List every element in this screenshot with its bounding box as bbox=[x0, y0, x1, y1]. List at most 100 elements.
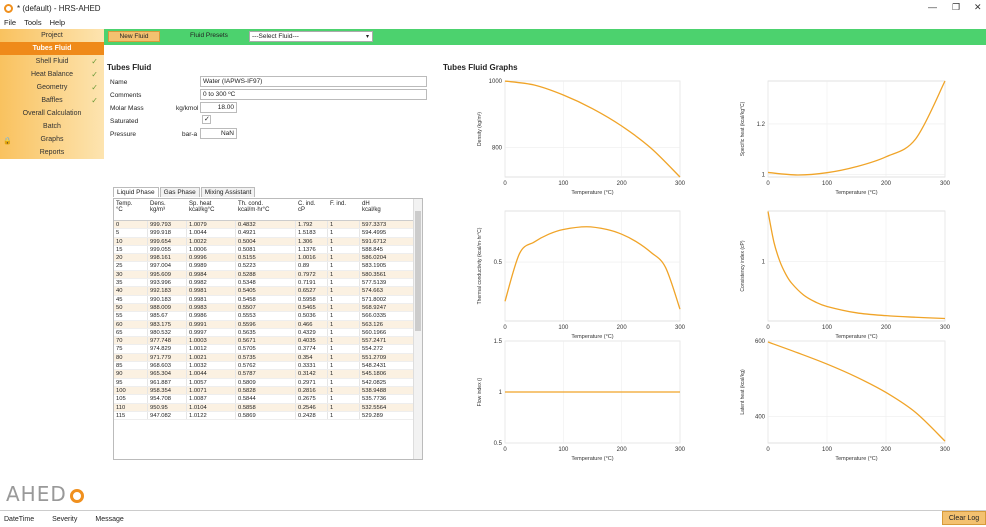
table-cell[interactable]: 1 bbox=[328, 270, 360, 279]
table-cell[interactable]: 0.5844 bbox=[236, 395, 296, 403]
table-cell[interactable]: 0.5155 bbox=[236, 254, 296, 262]
table-cell[interactable]: 1 bbox=[328, 362, 360, 370]
table-cell[interactable]: 0.5553 bbox=[236, 312, 296, 320]
table-cell[interactable]: 999.918 bbox=[148, 229, 187, 237]
table-row[interactable]: 90 965.304 1.0044 0.5787 0.3142 1 545.1806 bbox=[114, 370, 422, 379]
column-header[interactable]: Sp. heat kcal/kg°C bbox=[187, 199, 236, 220]
table-cell[interactable]: 1.0006 bbox=[187, 245, 236, 254]
table-cell[interactable]: 0.5596 bbox=[236, 320, 296, 328]
table-cell[interactable]: 974.829 bbox=[148, 345, 187, 353]
table-cell[interactable]: 1.1376 bbox=[296, 245, 328, 254]
table-cell[interactable]: 0.5869 bbox=[236, 411, 296, 420]
sidebar-item-baffles[interactable]: Baffles ✓ bbox=[0, 94, 104, 107]
table-cell[interactable]: 0.5465 bbox=[296, 303, 328, 312]
table-cell[interactable]: 999.793 bbox=[148, 221, 187, 229]
column-header[interactable]: Temp. °C bbox=[114, 199, 148, 220]
sidebar-item-geometry[interactable]: Geometry ✓ bbox=[0, 81, 104, 94]
table-cell[interactable]: 1 bbox=[328, 245, 360, 254]
table-cell[interactable]: 1.0044 bbox=[187, 370, 236, 378]
minimize-icon[interactable]: — bbox=[928, 2, 937, 12]
table-cell[interactable]: 0.5405 bbox=[236, 287, 296, 295]
table-cell[interactable]: 965.304 bbox=[148, 370, 187, 378]
table-cell[interactable]: 1 bbox=[328, 403, 360, 411]
table-cell[interactable]: 990.183 bbox=[148, 295, 187, 303]
menu-file[interactable]: File bbox=[0, 18, 20, 27]
table-cell[interactable]: 0.6527 bbox=[296, 287, 328, 295]
table-cell[interactable]: 95 bbox=[114, 378, 148, 386]
table-cell[interactable]: 0.7972 bbox=[296, 270, 328, 279]
table-cell[interactable]: 980.532 bbox=[148, 328, 187, 337]
table-cell[interactable]: 30 bbox=[114, 270, 148, 279]
table-cell[interactable]: 971.779 bbox=[148, 353, 187, 362]
table-cell[interactable]: 1.0071 bbox=[187, 386, 236, 395]
table-cell[interactable]: 0.4921 bbox=[236, 229, 296, 237]
table-cell[interactable]: 993.996 bbox=[148, 279, 187, 287]
table-cell[interactable]: 1 bbox=[328, 295, 360, 303]
sidebar-item-heat-balance[interactable]: Heat Balance ✓ bbox=[0, 68, 104, 81]
table-cell[interactable]: 0.5288 bbox=[236, 270, 296, 279]
table-cell[interactable]: 568.9247 bbox=[360, 303, 414, 312]
table-cell[interactable]: 574.663 bbox=[360, 287, 414, 295]
table-cell[interactable]: 998.161 bbox=[148, 254, 187, 262]
table-cell[interactable]: 1 bbox=[328, 279, 360, 287]
table-cell[interactable]: 532.5564 bbox=[360, 403, 414, 411]
table-cell[interactable]: 0.466 bbox=[296, 320, 328, 328]
table-row[interactable]: 10 999.654 1.0022 0.5004 1.306 1 591.6712 bbox=[114, 237, 422, 246]
table-cell[interactable]: 580.3561 bbox=[360, 270, 414, 279]
table-cell[interactable]: 548.2431 bbox=[360, 362, 414, 370]
table-row[interactable]: 105 954.708 1.0087 0.5844 0.2675 1 535.7736 bbox=[114, 395, 422, 404]
table-cell[interactable]: 968.603 bbox=[148, 362, 187, 370]
table-cell[interactable]: 566.0335 bbox=[360, 312, 414, 320]
table-cell[interactable]: 5 bbox=[114, 229, 148, 237]
table-cell[interactable]: 954.708 bbox=[148, 395, 187, 403]
table-cell[interactable]: 0.5004 bbox=[236, 237, 296, 245]
table-cell[interactable]: 0.5507 bbox=[236, 303, 296, 312]
table-cell[interactable]: 1 bbox=[328, 229, 360, 237]
tab-gas-phase[interactable]: Gas Phase bbox=[159, 187, 200, 197]
table-cell[interactable]: 551.2709 bbox=[360, 353, 414, 362]
table-cell[interactable]: 0.9982 bbox=[187, 279, 236, 287]
close-icon[interactable]: ✕ bbox=[974, 2, 982, 13]
table-row[interactable]: 25 997.004 0.9989 0.5223 0.89 1 583.1905 bbox=[114, 262, 422, 271]
table-cell[interactable]: 20 bbox=[114, 254, 148, 262]
table-cell[interactable]: 1.0057 bbox=[187, 378, 236, 386]
table-row[interactable]: 75 974.829 1.0012 0.5705 0.3774 1 554.272 bbox=[114, 345, 422, 354]
table-cell[interactable]: 0.5787 bbox=[236, 370, 296, 378]
table-cell[interactable]: 110 bbox=[114, 403, 148, 411]
table-cell[interactable]: 0.2546 bbox=[296, 403, 328, 411]
table-cell[interactable]: 538.9488 bbox=[360, 386, 414, 395]
table-cell[interactable]: 1.306 bbox=[296, 237, 328, 245]
scrollbar-thumb[interactable] bbox=[415, 211, 421, 331]
table-cell[interactable]: 1.0021 bbox=[187, 353, 236, 362]
sidebar-item-overall-calculation[interactable]: Overall Calculation bbox=[0, 107, 104, 120]
table-cell[interactable]: 115 bbox=[114, 411, 148, 420]
table-cell[interactable]: 60 bbox=[114, 320, 148, 328]
table-cell[interactable]: 1.0022 bbox=[187, 237, 236, 245]
table-cell[interactable]: 0.9981 bbox=[187, 287, 236, 295]
table-cell[interactable]: 1 bbox=[328, 237, 360, 245]
column-header[interactable]: Dens. kg/m³ bbox=[148, 199, 187, 220]
table-row[interactable]: 65 980.532 0.9997 0.5635 0.4329 1 560.1966 bbox=[114, 328, 422, 338]
table-cell[interactable]: 0.5828 bbox=[236, 386, 296, 395]
table-row[interactable]: 0 999.793 1.0079 0.4832 1.792 1 597.3373 bbox=[114, 221, 422, 230]
comments-field[interactable]: 0 to 300 ºC bbox=[200, 89, 427, 100]
table-cell[interactable]: 85 bbox=[114, 362, 148, 370]
table-cell[interactable]: 563.126 bbox=[360, 320, 414, 328]
table-cell[interactable]: 0.2428 bbox=[296, 411, 328, 420]
saturated-checkbox[interactable]: ✓ bbox=[202, 115, 211, 124]
new-fluid-button[interactable]: New Fluid bbox=[108, 31, 160, 42]
table-row[interactable]: 5 999.918 1.0044 0.4921 1.5183 1 594.4995 bbox=[114, 229, 422, 238]
table-row[interactable]: 45 990.183 0.9981 0.5458 0.5958 1 571.8002 bbox=[114, 295, 422, 304]
table-cell[interactable]: 40 bbox=[114, 287, 148, 295]
table-cell[interactable]: 977.748 bbox=[148, 337, 187, 345]
table-cell[interactable]: 560.1966 bbox=[360, 328, 414, 337]
table-cell[interactable]: 542.0825 bbox=[360, 378, 414, 386]
table-cell[interactable]: 45 bbox=[114, 295, 148, 303]
table-cell[interactable]: 0.5223 bbox=[236, 262, 296, 270]
table-cell[interactable]: 1 bbox=[328, 395, 360, 403]
tab-mixing-assistant[interactable]: Mixing Assistant bbox=[200, 187, 256, 197]
table-cell[interactable]: 0.9989 bbox=[187, 262, 236, 270]
table-cell[interactable]: 0.9996 bbox=[187, 254, 236, 262]
table-cell[interactable]: 999.654 bbox=[148, 237, 187, 245]
table-cell[interactable]: 0.89 bbox=[296, 262, 328, 270]
